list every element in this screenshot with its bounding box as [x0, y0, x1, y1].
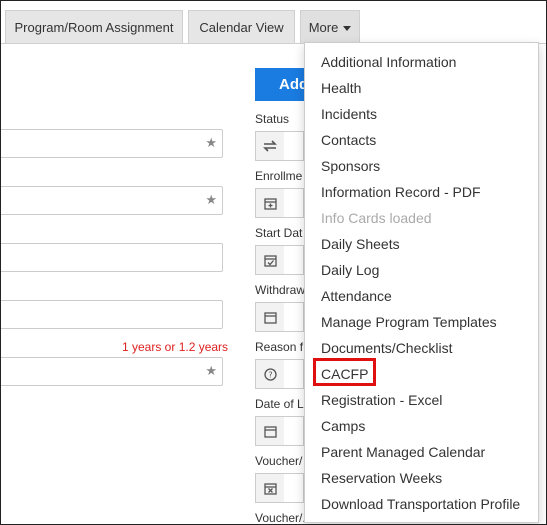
withdraw-date-field[interactable]: [284, 302, 304, 332]
age-text: 1 years or 1.2 years: [122, 340, 229, 354]
withdraw-label: Withdraw: [255, 283, 305, 297]
menu-item-parent-managed-calendar[interactable]: Parent Managed Calendar: [321, 439, 485, 465]
date-of-last-label: Date of L: [255, 397, 304, 411]
required-field-5[interactable]: ★: [1, 357, 223, 386]
start-date-label: Start Dat: [255, 226, 303, 240]
tab-label: More: [308, 19, 339, 35]
menu-item-contacts[interactable]: Contacts: [321, 127, 376, 153]
menu-item-info-cards-loaded: Info Cards loaded: [321, 210, 432, 226]
menu-item-reservation-weeks[interactable]: Reservation Weeks: [321, 465, 442, 491]
calendar-plus-icon[interactable]: [255, 188, 285, 218]
calendar-icon[interactable]: [255, 416, 285, 446]
tab-more-dropdown[interactable]: More: [300, 10, 360, 43]
menu-item-attendance[interactable]: Attendance: [321, 283, 392, 309]
star-icon: ★: [205, 135, 217, 150]
tab-label: Program/Room Assignment: [14, 19, 174, 35]
svg-text:?: ?: [268, 370, 272, 379]
reason-label: Reason f: [255, 340, 304, 354]
calendar-icon[interactable]: [255, 302, 285, 332]
tab-label: Calendar View: [199, 19, 284, 35]
calendar-x-icon[interactable]: [255, 473, 285, 503]
voucher-exp-label: Voucher/...: [255, 511, 305, 525]
tab-bar: Program/Room Assignment Calendar View Mo…: [1, 1, 546, 44]
star-icon: ★: [205, 192, 217, 207]
voucher-field[interactable]: [284, 473, 304, 503]
swap-icon[interactable]: [255, 131, 285, 161]
page-frame: Program/Room Assignment Calendar View Mo…: [0, 0, 547, 525]
voucher-label: Voucher/: [255, 454, 303, 468]
menu-item-incidents[interactable]: Incidents: [321, 101, 377, 127]
menu-item-camps[interactable]: Camps: [321, 413, 365, 439]
reason-select[interactable]: [284, 359, 304, 389]
text-field-4[interactable]: [1, 300, 223, 329]
menu-item-sponsors[interactable]: Sponsors: [321, 153, 380, 179]
enrollment-date-field[interactable]: [284, 188, 304, 218]
date-of-last-field[interactable]: [284, 416, 304, 446]
menu-item-information-record-pdf[interactable]: Information Record - PDF: [321, 179, 481, 205]
status-label: Status: [255, 112, 290, 126]
required-field-2[interactable]: ★: [1, 186, 223, 215]
menu-item-cacfp[interactable]: CACFP: [321, 361, 368, 387]
menu-item-health[interactable]: Health: [321, 75, 361, 101]
star-icon: ★: [205, 363, 217, 378]
tab-program-room-assignment[interactable]: Program/Room Assignment: [5, 10, 183, 43]
tab-calendar-view[interactable]: Calendar View: [188, 10, 295, 43]
enrollment-label: Enrollme: [255, 169, 303, 183]
required-field-1[interactable]: ★: [1, 129, 223, 158]
status-select[interactable]: [284, 131, 304, 161]
menu-item-daily-log[interactable]: Daily Log: [321, 257, 379, 283]
menu-item-manage-program-templates[interactable]: Manage Program Templates: [321, 309, 497, 335]
menu-item-download-transportation-profile[interactable]: Download Transportation Profile: [321, 491, 520, 517]
start-date-field[interactable]: [284, 245, 304, 275]
menu-item-additional-information[interactable]: Additional Information: [321, 49, 456, 75]
calendar-check-icon[interactable]: [255, 245, 285, 275]
more-dropdown-menu: Additional Information Health Incidents …: [304, 42, 539, 523]
menu-item-registration-excel[interactable]: Registration - Excel: [321, 387, 442, 413]
text-field-3[interactable]: [1, 243, 223, 272]
caret-down-icon: [343, 25, 352, 31]
menu-item-daily-sheets[interactable]: Daily Sheets: [321, 231, 400, 257]
question-circle-icon[interactable]: ?: [255, 359, 285, 389]
